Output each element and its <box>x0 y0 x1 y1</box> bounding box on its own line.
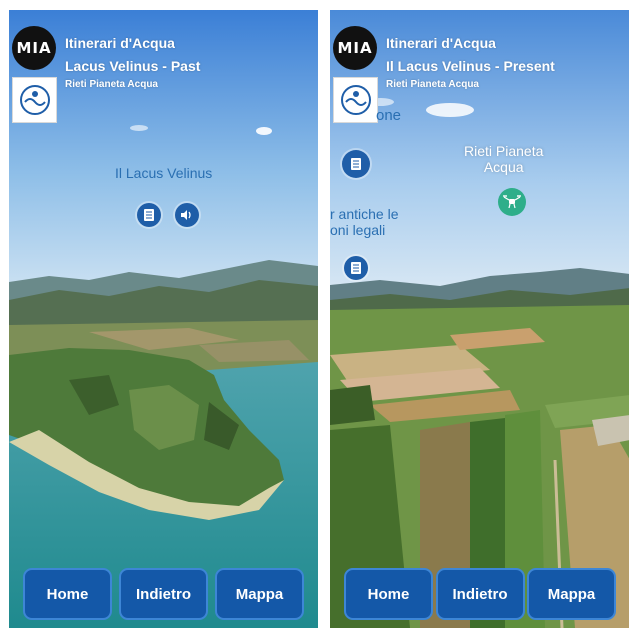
water-logo-icon <box>19 85 50 115</box>
document-button[interactable] <box>137 203 161 227</box>
document-icon <box>144 209 154 221</box>
bottom-nav: Home Indietro Mappa <box>9 568 318 620</box>
hotspot-label-line1: Rieti Pianeta <box>464 143 544 159</box>
back-button[interactable]: Indietro <box>435 568 525 620</box>
hotspot-label-lacus[interactable]: Il Lacus Velinus <box>115 165 212 181</box>
partner-logo <box>12 77 57 123</box>
page-subtitle: Lacus Velinus - Past <box>65 58 201 74</box>
hotspot-label-mid-line1: r antiche le <box>330 206 399 222</box>
page-subtitle: Il Lacus Velinus - Present <box>386 58 555 74</box>
mia-logo: MIA <box>12 26 56 70</box>
logo-text: MIA <box>337 39 373 57</box>
back-button[interactable]: Indietro <box>119 568 208 620</box>
document-button[interactable] <box>342 150 370 178</box>
organization-label: Rieti Pianeta Acqua <box>65 79 158 90</box>
map-button[interactable]: Mappa <box>215 568 304 620</box>
speaker-icon <box>181 210 191 220</box>
home-button[interactable]: Home <box>23 568 112 620</box>
document-icon <box>351 262 361 274</box>
hotspot-label-line2: Acqua <box>483 159 524 175</box>
organization-label: Rieti Pianeta Acqua <box>386 79 479 90</box>
mia-logo: MIA <box>333 26 377 70</box>
hotspot-label-rieti[interactable]: Rieti Pianeta Acqua <box>464 143 543 175</box>
screen-present: MIA Itinerari d'Acqua Il Lacus Velinus -… <box>330 10 629 628</box>
map-button[interactable]: Mappa <box>527 568 616 620</box>
app-title: Itinerari d'Acqua <box>386 35 496 51</box>
document-icon <box>351 158 361 170</box>
bottom-nav: Home Indietro Mappa <box>330 568 629 620</box>
drone-button[interactable] <box>498 188 526 216</box>
hotspot-label-partial-mid[interactable]: r antiche le oni legali <box>330 206 398 238</box>
drone-icon <box>503 195 521 209</box>
logo-text: MIA <box>16 39 52 57</box>
water-logo-icon <box>340 85 371 115</box>
hotspot-label-mid-line2: oni legali <box>330 222 386 238</box>
app-title: Itinerari d'Acqua <box>65 35 175 51</box>
partner-logo <box>333 77 378 123</box>
home-button[interactable]: Home <box>344 568 433 620</box>
hotspot-label-partial-top[interactable]: one <box>376 107 401 124</box>
document-button[interactable] <box>344 256 368 280</box>
screen-past: MIA Itinerari d'Acqua Lacus Velinus - Pa… <box>9 10 318 628</box>
audio-button[interactable] <box>175 203 199 227</box>
